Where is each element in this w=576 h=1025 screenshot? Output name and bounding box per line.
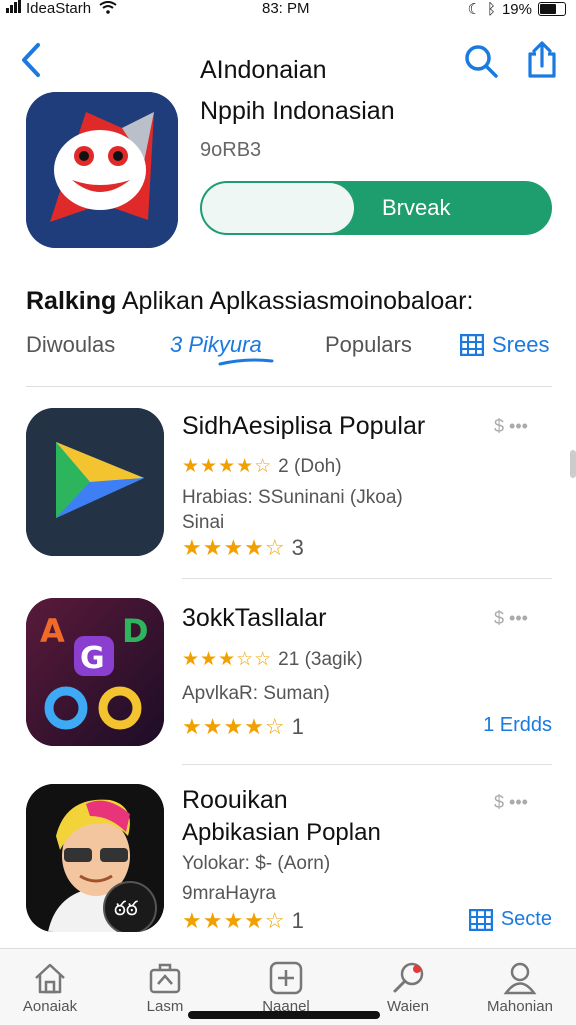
battery-percent: 19%: [501, 0, 532, 18]
rating-count-2: 1: [291, 714, 304, 739]
grid-icon: [460, 334, 484, 356]
tabbar-item-3[interactable]: Naanel: [236, 958, 336, 1015]
app-row-icon[interactable]: ఠఠ: [26, 784, 164, 932]
rating-count: 2 (Doh): [278, 456, 342, 477]
bluetooth-icon: ᛒ: [486, 0, 496, 18]
wifi-icon: [99, 0, 117, 17]
section-title: Ralking Aplikan Aplkassiasmoinobaloar:: [26, 287, 473, 316]
signal-icon: [6, 0, 22, 17]
rating-stars: ★★★★☆ 2 (Doh): [182, 455, 342, 478]
battery-icon: [538, 2, 566, 16]
magnifier-icon: [393, 962, 424, 993]
app-row-detail: Yolokar: $- (Aorn): [182, 853, 331, 874]
section-title-rest: Aplikan Aplkassiasmoinobaloar:: [116, 287, 474, 315]
moon-icon: ☾: [467, 1, 481, 18]
get-button[interactable]: Brveak: [200, 181, 552, 235]
section-title-bold: Ralking: [26, 287, 117, 315]
carrier-label: IdeaStarh: [26, 0, 92, 17]
tab-active[interactable]: 3 Pikyura: [170, 332, 262, 358]
app-row-name[interactable]: 3okkTasllalar: [182, 604, 327, 633]
share-icon: [528, 41, 556, 78]
rating-stars-2: ★★★★☆ 1: [182, 908, 304, 934]
chevron-left-icon: [22, 43, 40, 77]
stars-glyphs-2: ★★★★☆: [182, 535, 286, 560]
person-icon: [503, 962, 537, 995]
tab-series-label: Srees: [492, 332, 550, 357]
row-link[interactable]: Secte: [468, 908, 552, 931]
status-right: ☾ ᛒ 19%: [467, 0, 566, 18]
rating-stars: ★★★☆☆ 21 (3agik): [182, 648, 363, 671]
tab-downloads[interactable]: Diwoulas: [26, 332, 115, 358]
stars-glyphs: ★★★☆☆: [182, 649, 273, 670]
back-button[interactable]: [18, 40, 46, 80]
app-row-detail: ApvlkaR: Suman): [182, 683, 330, 704]
carrier: IdeaStarh: [6, 0, 117, 17]
rating-count-2: 3: [291, 535, 304, 560]
briefcase-icon: [149, 963, 181, 994]
ellipsis-icon: •••: [509, 416, 528, 436]
ellipsis-icon: •••: [509, 608, 528, 628]
rating-stars-2: ★★★★☆ 1: [182, 714, 304, 740]
clock: 83: PM: [262, 0, 310, 17]
app-icon: [26, 92, 178, 248]
app-row-name[interactable]: SidhAesiplisa Popular: [182, 412, 425, 441]
tab-series[interactable]: Srees: [460, 332, 549, 358]
price-icon: $: [494, 792, 505, 812]
svg-text:ఠఠ: ఠఠ: [114, 896, 138, 920]
tabbar-label: Mahonian: [487, 998, 553, 1015]
rating-count-2: 1: [291, 908, 304, 933]
app-row-icon[interactable]: A D G: [26, 598, 164, 746]
scroll-handle[interactable]: [570, 450, 576, 478]
grid-icon: [468, 908, 493, 931]
get-button-label: Brveak: [382, 195, 451, 220]
app-row-detail-2: 9mraHayra: [182, 883, 276, 904]
more-menu[interactable]: $ •••: [494, 792, 528, 813]
row-link-label: Secte: [500, 908, 552, 930]
rating-count: 21 (3agik): [278, 649, 363, 670]
svg-text:D: D: [122, 612, 149, 650]
divider: [26, 386, 552, 387]
plus-square-icon: [269, 961, 303, 995]
tabbar-item-home[interactable]: Aonaiak: [0, 958, 100, 1015]
app-row-name-2: Apbikasian Poplan: [182, 819, 381, 846]
status-bar: IdeaStarh 83: PM ☾ ᛒ 19%: [0, 0, 576, 22]
ellipsis-icon: •••: [509, 792, 528, 812]
app-subtitle: Nppih Indonasian: [200, 97, 395, 125]
home-indicator[interactable]: [188, 1011, 380, 1019]
app-row-icon[interactable]: [26, 408, 164, 556]
tabbar-item-4[interactable]: Waien: [358, 958, 458, 1015]
price-icon: $: [494, 608, 505, 628]
more-menu[interactable]: $ •••: [494, 416, 528, 437]
stars-glyphs: ★★★★☆: [182, 456, 273, 477]
stars-glyphs-2: ★★★★☆: [182, 714, 286, 739]
row-divider: [182, 764, 552, 765]
svg-text:G: G: [80, 641, 105, 676]
rating-stars-2: ★★★★☆ 3: [182, 535, 304, 561]
stars-glyphs-2: ★★★★☆: [182, 908, 286, 933]
more-menu[interactable]: $ •••: [494, 608, 528, 629]
search-icon: [465, 45, 498, 78]
svg-text:A: A: [40, 612, 65, 650]
app-row-detail: Hrabias: SSuninani (Jkoa): [182, 487, 403, 508]
app-meta: 9oRB3: [200, 139, 262, 161]
get-progress-track: [202, 183, 354, 233]
share-button[interactable]: [522, 40, 562, 80]
tabbar-item-2[interactable]: Lasm: [115, 958, 215, 1015]
price-icon: $: [494, 416, 505, 436]
row-link[interactable]: 1 Erdds: [483, 714, 552, 737]
tab-populars[interactable]: Populars: [325, 332, 412, 358]
search-button[interactable]: [462, 42, 500, 80]
row-divider: [182, 578, 552, 579]
tabbar-label: Aonaiak: [22, 998, 78, 1015]
app-row-detail-2: Sinai: [182, 512, 225, 533]
app-row-name[interactable]: Roouikan: [182, 786, 288, 815]
tabbar-item-5[interactable]: Mahonian: [470, 958, 570, 1015]
house-icon: [35, 963, 65, 994]
active-tab-underline: [218, 358, 274, 366]
app-title: AIndonaian: [200, 56, 327, 84]
